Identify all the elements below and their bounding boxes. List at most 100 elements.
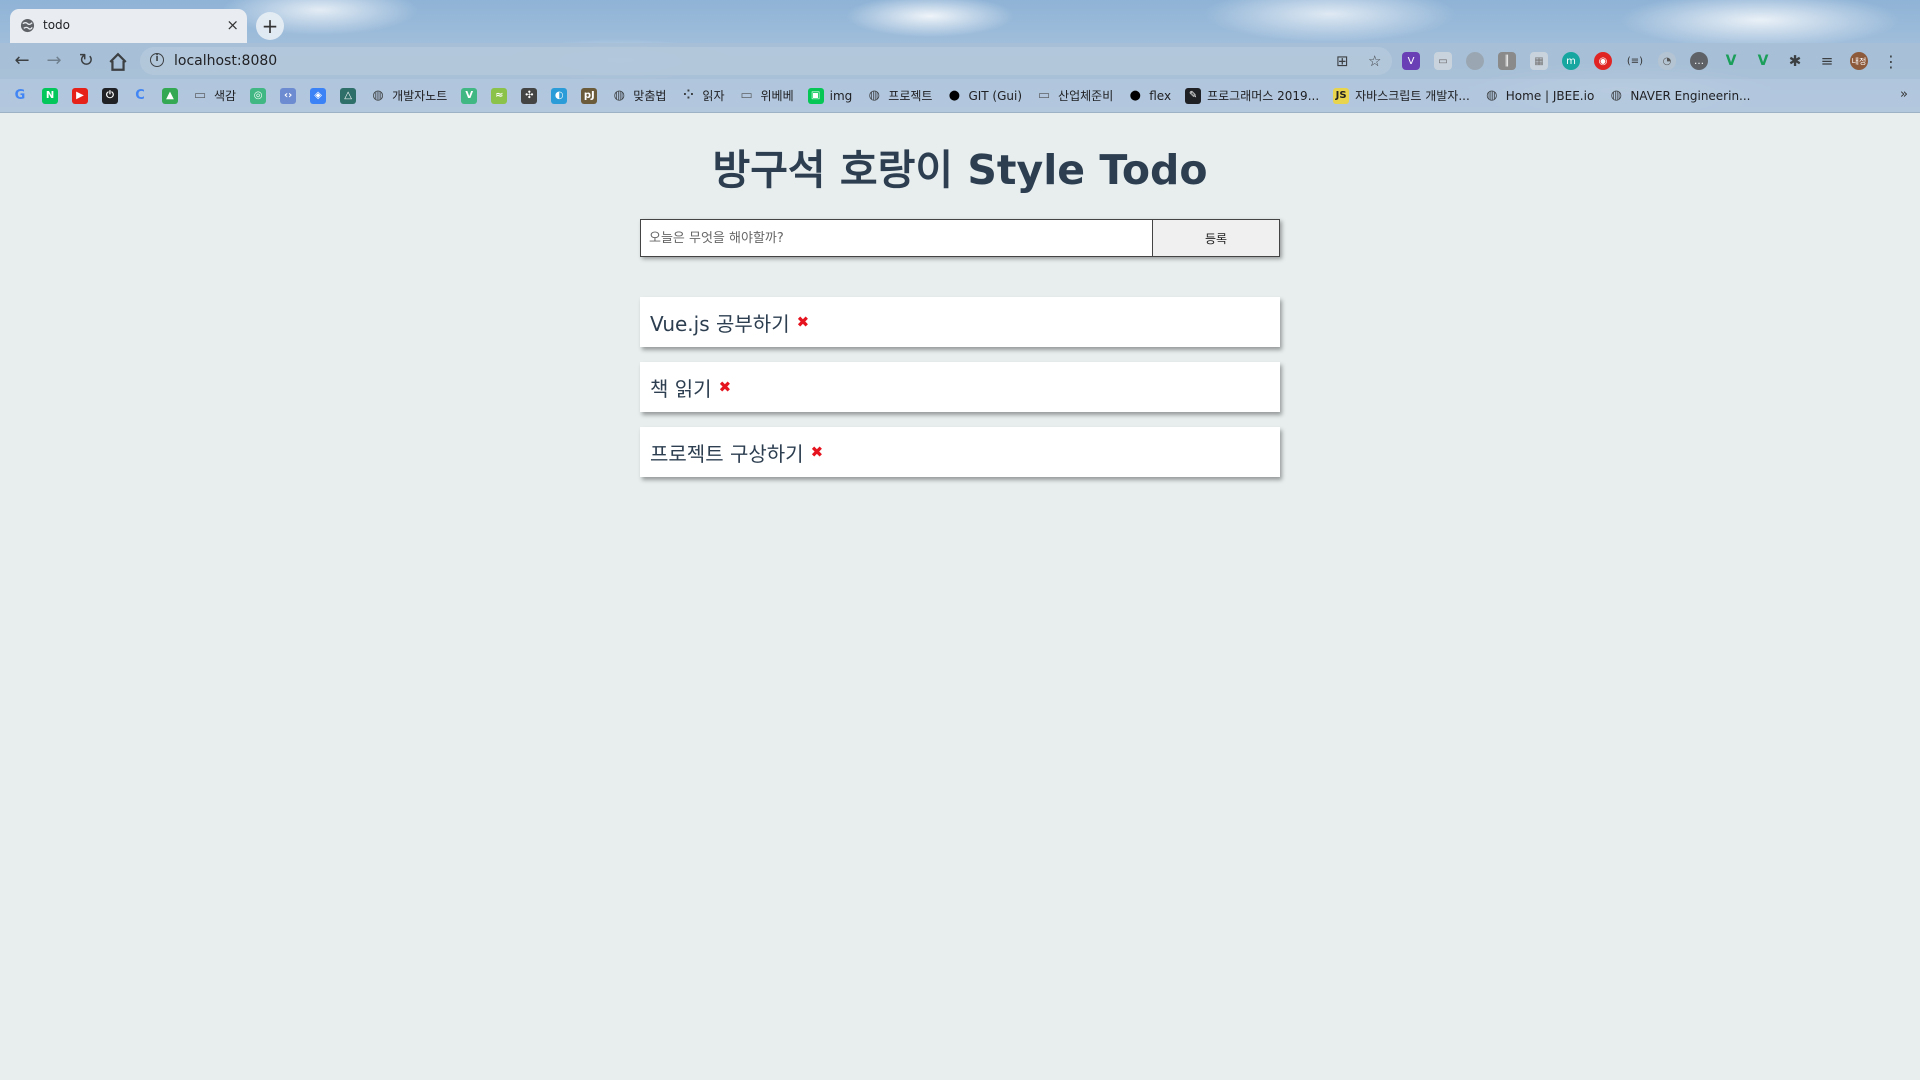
bookmark-label: Home | JBEE.io	[1505, 88, 1595, 103]
bookmark-icon: ✣	[521, 87, 538, 104]
url-text[interactable]: localhost:8080	[174, 53, 277, 69]
bookmark-icon: ◈	[310, 87, 327, 104]
reload-icon[interactable]: ↻	[76, 51, 96, 71]
bookmark-item[interactable]: ⁘ 읽자	[680, 87, 725, 104]
todo-item: 프로젝트 구상하기 ✖	[640, 427, 1280, 477]
remove-todo-icon[interactable]: ✖	[797, 313, 810, 331]
bookmark-item[interactable]: C	[132, 88, 148, 104]
tab-title: todo	[43, 18, 71, 32]
back-arrow-icon[interactable]: ←	[12, 51, 32, 71]
remove-todo-icon[interactable]: ✖	[811, 443, 824, 461]
bookmark-item[interactable]: G	[12, 88, 28, 104]
bookmark-item[interactable]: ▣ img	[807, 87, 853, 104]
home-icon[interactable]	[108, 52, 128, 72]
bookmark-icon: ◍	[1610, 88, 1622, 103]
reading-list-icon[interactable]: ≡	[1818, 52, 1836, 70]
bookmark-item[interactable]: ◎	[250, 87, 267, 104]
todo-text: Vue.js 공부하기	[650, 311, 790, 336]
todo-item: 책 읽기 ✖	[640, 362, 1280, 412]
bookmark-icon: ●	[1129, 88, 1141, 103]
extension-circle-icon[interactable]	[1466, 52, 1484, 70]
extension-grid-icon[interactable]: ▦	[1530, 52, 1548, 70]
bookmark-icon: ◍	[868, 88, 880, 103]
extension-v-icon[interactable]: V	[1402, 52, 1420, 70]
bookmark-icon: ▣	[807, 87, 824, 104]
bookmark-item[interactable]: pJ	[581, 87, 598, 104]
translate-icon[interactable]: ⊞	[1336, 52, 1349, 70]
bookmark-item[interactable]: ◍ NAVER Engineerin...	[1608, 88, 1751, 104]
extension-red-icon[interactable]: ◉	[1594, 52, 1612, 70]
bookmark-label: 프로그래머스 2019...	[1207, 89, 1320, 103]
bookmark-item[interactable]: ▶	[72, 87, 88, 104]
remove-todo-icon[interactable]: ✖	[719, 378, 732, 396]
bookmark-item[interactable]: ◈	[310, 87, 327, 104]
profile-avatar[interactable]: 내정	[1850, 52, 1868, 70]
bookmark-item[interactable]: ≈	[491, 87, 508, 104]
bookmark-item[interactable]: V	[461, 87, 478, 104]
todo-item: Vue.js 공부하기 ✖	[640, 297, 1280, 347]
bookmark-label: flex	[1149, 88, 1172, 103]
bookmark-icon: ◐	[551, 87, 568, 104]
bookmark-icon: ‹›	[280, 87, 297, 104]
bookmark-item[interactable]: ◍ 프로젝트	[866, 87, 933, 104]
bookmark-item[interactable]: ◍ Home | JBEE.io	[1484, 88, 1595, 104]
bookmark-icon: ▶	[72, 87, 88, 104]
add-todo-button[interactable]: 등록	[1152, 219, 1280, 257]
bookmark-icon: ▭	[740, 88, 753, 103]
bookmarks-bar: G N ▶ ⏻ C ▲ ▭ 색감 ◎ ‹› ◈ △ ◍ 개발자노트 V ≈ ✣ ◐ pJ ◍ 맞춤법 ⁘ 읽자 ▭ 위베베 ▣ im…	[0, 79, 1920, 113]
site-info-icon[interactable]: i	[150, 53, 164, 67]
bookmark-label: img	[829, 88, 853, 103]
extension-m-icon[interactable]: m	[1562, 52, 1580, 70]
bookmark-label: GIT (Gui)	[968, 88, 1023, 103]
more-bookmarks-icon[interactable]: »	[1900, 87, 1908, 102]
extension-chat-icon[interactable]: …	[1690, 52, 1708, 70]
bookmark-label: 색감	[214, 89, 237, 103]
bookmark-item[interactable]: ✎ 프로그래머스 2019...	[1185, 87, 1319, 104]
page-title: 방구석 호랑이 Style Todo	[712, 146, 1208, 194]
extension-brackets-icon[interactable]: (≡)	[1626, 52, 1644, 70]
bookmark-icon: ◎	[250, 87, 267, 104]
bookmark-icon: ⁘	[682, 88, 694, 103]
extensions-puzzle-icon[interactable]: ✱	[1786, 52, 1804, 70]
close-tab-icon[interactable]: ×	[226, 16, 239, 34]
navigation-bar: ← → ↻ i localhost:8080 ⊞ ☆ V ▭ ║ ▦ m ◉ (…	[0, 43, 1920, 79]
bookmark-icon: ◍	[613, 88, 625, 103]
bookmark-item[interactable]: ◍ 개발자노트	[370, 87, 447, 104]
bookmark-item[interactable]: ▲	[162, 87, 178, 104]
browser-tab[interactable]: todo ×	[10, 9, 247, 43]
forward-arrow-icon[interactable]: →	[44, 51, 64, 71]
bookmark-item[interactable]: ‹›	[280, 87, 297, 104]
bookmark-item[interactable]: N	[42, 87, 58, 104]
bookmark-label: NAVER Engineerin...	[1630, 88, 1751, 103]
address-bar[interactable]: i localhost:8080 ⊞ ☆	[140, 47, 1392, 75]
globe-icon	[20, 18, 35, 33]
bookmark-item[interactable]: ▭ 색감	[192, 87, 236, 104]
bookmark-item[interactable]: JS 자바스크립트 개발자...	[1333, 87, 1470, 104]
browser-menu-icon[interactable]: ⋮	[1882, 52, 1900, 71]
bookmark-item[interactable]: △	[340, 87, 357, 104]
bookmark-icon: ▲	[162, 87, 178, 104]
extension-vue-icon[interactable]: V	[1722, 52, 1740, 70]
extension-timer-icon[interactable]: ◔	[1658, 52, 1676, 70]
bookmark-icon: ⏻	[102, 87, 118, 104]
bookmark-item[interactable]: ◐	[551, 87, 568, 104]
bookmark-icon: ▭	[1037, 88, 1051, 103]
bookmark-label: 프로젝트	[888, 89, 933, 103]
bookmark-icon: ◍	[1486, 88, 1498, 103]
bookmark-label: 산업체준비	[1058, 89, 1114, 103]
bookmark-icon: ≈	[491, 87, 508, 104]
extension-card-icon[interactable]: ▭	[1434, 52, 1452, 70]
bookmark-item[interactable]: ● flex	[1127, 88, 1172, 104]
todo-input[interactable]	[641, 220, 1153, 256]
bookmark-item[interactable]: ● GIT (Gui)	[946, 88, 1022, 104]
bookmark-item[interactable]: ✣	[521, 87, 538, 104]
new-tab-button[interactable]: +	[256, 12, 284, 40]
bookmark-label: 자바스크립트 개발자...	[1355, 89, 1470, 103]
bookmark-item[interactable]: ⏻	[102, 87, 118, 104]
bookmark-star-icon[interactable]: ☆	[1368, 52, 1381, 70]
extension-bars-icon[interactable]: ║	[1498, 52, 1516, 70]
bookmark-item[interactable]: ▭ 산업체준비	[1036, 87, 1113, 104]
extension-vue-devtools-icon[interactable]: V	[1754, 52, 1772, 70]
bookmark-item[interactable]: ▭ 위베베	[739, 87, 793, 104]
bookmark-item[interactable]: ◍ 맞춤법	[611, 87, 667, 104]
